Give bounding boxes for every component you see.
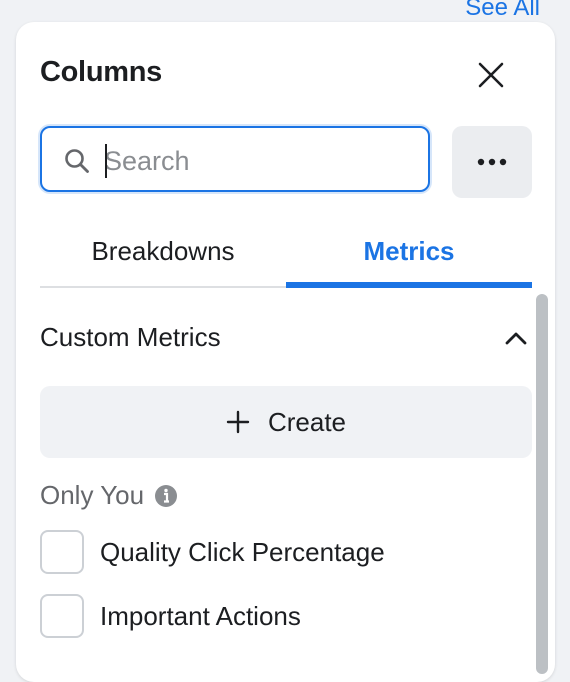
tab-bar: Breakdowns Metrics bbox=[40, 218, 532, 288]
plus-icon bbox=[226, 410, 250, 434]
section-title: Custom Metrics bbox=[40, 322, 221, 352]
search-icon bbox=[65, 149, 89, 173]
see-all-link[interactable]: See All bbox=[465, 0, 540, 22]
search-field[interactable] bbox=[40, 126, 430, 192]
create-label: Create bbox=[267, 406, 347, 437]
metric-option[interactable]: Quality Click Percentage bbox=[40, 530, 385, 574]
text-caret bbox=[105, 144, 107, 178]
panel-title: Columns bbox=[40, 56, 162, 88]
close-icon bbox=[478, 62, 504, 88]
only-you-group: Only You bbox=[40, 480, 178, 511]
chevron-up-icon[interactable] bbox=[503, 326, 529, 352]
active-tab-indicator bbox=[286, 282, 532, 288]
option-label: Important Actions bbox=[100, 600, 301, 631]
info-icon[interactable] bbox=[154, 484, 178, 508]
columns-panel: Columns Breakdowns Metrics Custom Metric… bbox=[16, 22, 555, 682]
scrollbar[interactable] bbox=[536, 294, 548, 674]
tab-breakdowns[interactable]: Breakdowns bbox=[40, 218, 286, 284]
tab-metrics[interactable]: Metrics bbox=[286, 218, 532, 284]
metric-option[interactable]: Important Actions bbox=[40, 594, 301, 638]
option-label: Quality Click Percentage bbox=[100, 536, 385, 567]
checkbox[interactable] bbox=[40, 594, 84, 638]
close-button[interactable] bbox=[470, 54, 512, 96]
search-input[interactable] bbox=[102, 136, 416, 186]
more-options-button[interactable] bbox=[452, 126, 532, 198]
group-label: Only You bbox=[40, 480, 145, 510]
more-icon bbox=[477, 158, 507, 166]
create-button[interactable]: Create bbox=[40, 386, 532, 458]
checkbox[interactable] bbox=[40, 530, 84, 574]
